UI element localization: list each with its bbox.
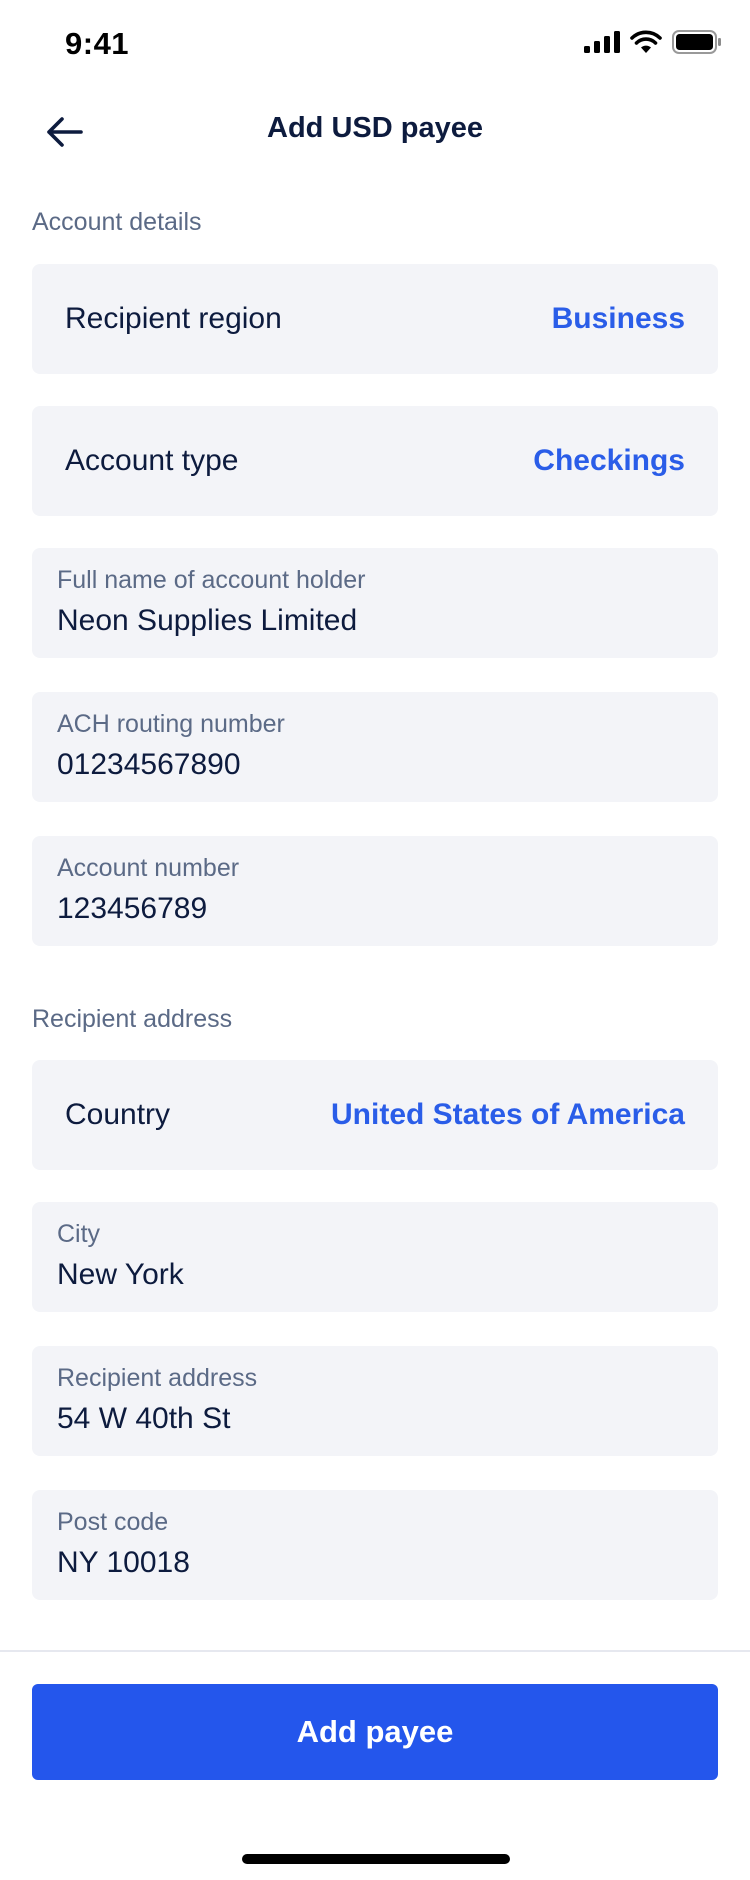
city-label: City	[57, 1220, 101, 1248]
header: Add USD payee	[0, 90, 750, 170]
home-indicator	[242, 1854, 510, 1864]
section-label-recipient-address: Recipient address	[32, 1005, 233, 1033]
signal-icon	[584, 31, 620, 58]
country-label: Country	[65, 1098, 171, 1131]
post-code-field[interactable]: Post code NY 10018	[32, 1490, 718, 1600]
recipient-region-value: Business	[551, 302, 685, 335]
footer-divider	[0, 1650, 750, 1652]
country-select[interactable]: Country United States of America	[32, 1060, 718, 1170]
account-number-value: 123456789	[57, 892, 208, 925]
recipient-region-label: Recipient region	[65, 302, 282, 335]
country-value: United States of America	[331, 1098, 685, 1131]
routing-number-label: ACH routing number	[57, 710, 285, 738]
routing-number-value: 01234567890	[57, 748, 241, 781]
recipient-region-select[interactable]: Recipient region Business	[32, 264, 718, 374]
routing-number-field[interactable]: ACH routing number 01234567890	[32, 692, 718, 802]
account-holder-field[interactable]: Full name of account holder Neon Supplie…	[32, 548, 718, 658]
city-field[interactable]: City New York	[32, 1202, 718, 1312]
battery-icon	[672, 30, 722, 59]
section-label-account-details: Account details	[32, 208, 202, 236]
account-type-select[interactable]: Account type Checkings	[32, 406, 718, 516]
account-holder-value: Neon Supplies Limited	[57, 604, 358, 637]
status-icons	[584, 30, 722, 59]
address-field[interactable]: Recipient address 54 W 40th St	[32, 1346, 718, 1456]
status-bar: 9:41	[0, 0, 750, 90]
post-code-value: NY 10018	[57, 1546, 190, 1579]
city-value: New York	[57, 1258, 184, 1291]
post-code-label: Post code	[57, 1508, 169, 1536]
account-number-field[interactable]: Account number 123456789	[32, 836, 718, 946]
address-value: 54 W 40th St	[57, 1402, 231, 1435]
account-holder-label: Full name of account holder	[57, 566, 366, 594]
address-label: Recipient address	[57, 1364, 258, 1392]
page-title: Add USD payee	[267, 112, 483, 144]
account-number-label: Account number	[57, 854, 240, 882]
account-type-label: Account type	[65, 444, 239, 477]
account-type-value: Checkings	[533, 444, 685, 477]
add-payee-button[interactable]: Add payee	[32, 1684, 718, 1780]
wifi-icon	[630, 30, 662, 59]
status-time: 9:41	[65, 26, 130, 61]
